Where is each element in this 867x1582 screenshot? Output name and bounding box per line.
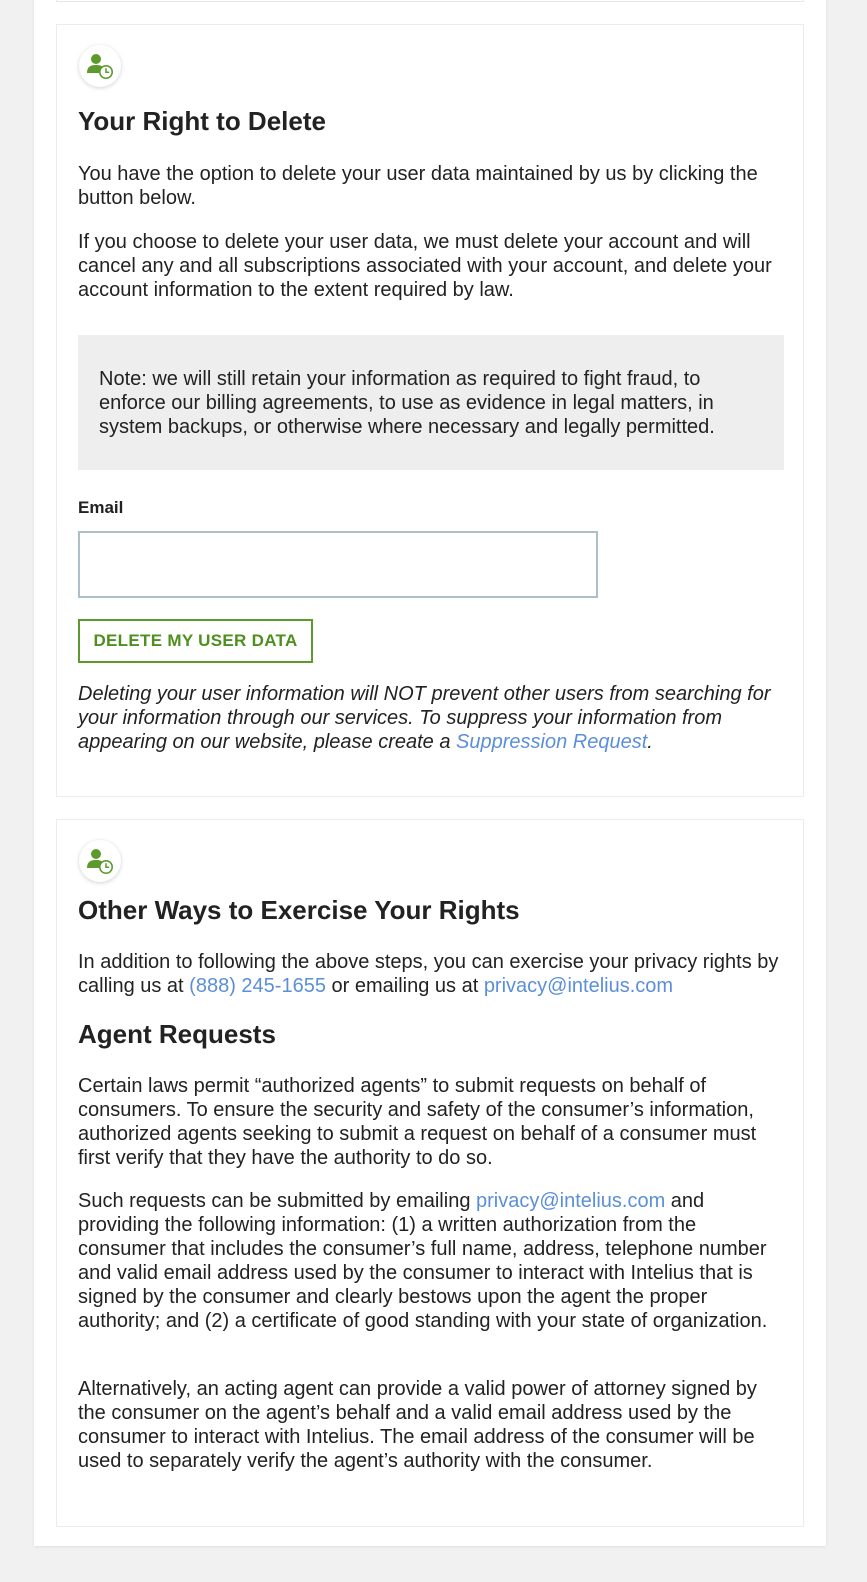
- retention-note-text: Note: we will still retain your informat…: [99, 368, 715, 438]
- agent-paragraph-3: Alternatively, an acting agent can provi…: [78, 1378, 757, 1472]
- delete-consequence-paragraph: If you choose to delete your user data, …: [78, 231, 772, 301]
- retention-note-box: Note: we will still retain your informat…: [78, 335, 784, 470]
- user-clock-icon: [79, 840, 121, 882]
- previous-card-edge: [56, 0, 804, 2]
- user-clock-icon: [79, 45, 121, 87]
- disclaimer-period: .: [647, 731, 653, 753]
- other-ways-title: Other Ways to Exercise Your Rights: [78, 895, 520, 925]
- agent-para2-start: Such requests can be submitted by emaili…: [78, 1190, 476, 1212]
- suppression-disclaimer: Deleting your user information will NOT …: [78, 682, 784, 754]
- phone-link[interactable]: (888) 245-1655: [189, 975, 326, 997]
- email-input[interactable]: [78, 531, 598, 598]
- suppression-request-link[interactable]: Suppression Request: [456, 731, 647, 753]
- agent-privacy-email-link[interactable]: privacy@intelius.com: [476, 1190, 665, 1212]
- agent-paragraph-2: Such requests can be submitted by emaili…: [78, 1189, 782, 1333]
- privacy-email-link[interactable]: privacy@intelius.com: [484, 975, 673, 997]
- email-label: Email: [78, 498, 124, 517]
- delete-my-user-data-button[interactable]: DELETE MY USER DATA: [78, 619, 313, 663]
- delete-intro-paragraph: You have the option to delete your user …: [78, 163, 758, 209]
- disclaimer-text: Deleting your user information will NOT …: [78, 683, 771, 753]
- delete-data-card: Your Right to Delete You have the option…: [56, 24, 804, 797]
- other-ways-card: Other Ways to Exercise Your Rights In ad…: [56, 819, 804, 1527]
- other-ways-intro: In addition to following the above steps…: [78, 950, 782, 998]
- delete-section-title: Your Right to Delete: [78, 106, 326, 136]
- agent-paragraph-1: Certain laws permit “authorized agents” …: [78, 1075, 757, 1169]
- agent-requests-title: Agent Requests: [78, 1019, 276, 1049]
- intro-mid-text: or emailing us at: [325, 975, 484, 997]
